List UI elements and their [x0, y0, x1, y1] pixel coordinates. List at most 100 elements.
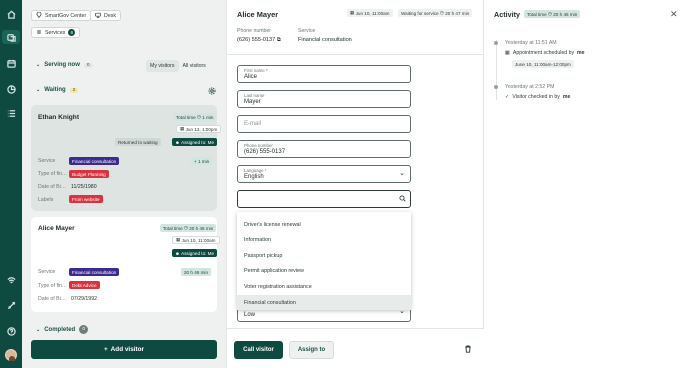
waiting-toggle[interactable]: ⌄ Waiting 2 — [36, 87, 79, 93]
event-time: Yesterday at 11:51 AM — [505, 40, 557, 46]
services-chip[interactable]: Services 6 — [31, 27, 81, 38]
search-icon — [399, 195, 406, 204]
trash-icon[interactable] — [464, 345, 472, 355]
call-visitor-button[interactable]: Call visitor — [234, 341, 283, 359]
service-label: Service — [38, 269, 56, 275]
dropdown-option[interactable]: Information — [237, 232, 411, 247]
nav-rail — [0, 0, 22, 368]
appointment-date-badge: ▦ Jun 10, 11:00am — [172, 236, 220, 244]
clock-icon: ◷ — [547, 11, 552, 16]
phone-field[interactable]: Phone number (626) 555-0137 — [237, 140, 411, 158]
location-chip[interactable]: SmartGov Center — [31, 10, 92, 21]
visitor-detail-panel: Alice Mayer ▦ Jun 10, 11:00am Waiting fo… — [226, 0, 485, 368]
dropdown-option[interactable]: Driver's license renewal — [237, 217, 411, 232]
divider — [227, 54, 485, 55]
language-select[interactable]: Language * English ⌄ — [237, 165, 411, 183]
list-icon[interactable] — [5, 107, 17, 119]
type-badge: Budget Planning — [69, 170, 109, 178]
help-icon[interactable] — [5, 325, 17, 337]
assign-to-button[interactable]: Assign to — [289, 341, 334, 359]
returned-badge: Returned to waiting — [115, 138, 161, 146]
email-field[interactable]: E-mail — [237, 115, 411, 133]
dropdown-option-highlighted[interactable]: Financial consultation — [237, 295, 411, 310]
completed-count: 0 — [79, 325, 89, 334]
visitor-name: Ethan Knight — [38, 114, 80, 121]
labels-label: Labels — [38, 197, 54, 203]
total-time-badge: Total time ◷ 20 h 46 min — [524, 10, 581, 18]
visitors-icon[interactable] — [2, 30, 20, 44]
last-name-field[interactable]: Last name Mayer — [237, 90, 411, 108]
location-pin-icon — [36, 11, 42, 20]
calendar-icon: ▦ — [505, 50, 510, 56]
event-text: ▦ Appointment scheduled by me — [505, 50, 585, 56]
service-badge: Financial consultation — [69, 157, 120, 165]
dropdown-option[interactable]: Passport pickup — [237, 248, 411, 263]
activity-panel: Activity Total time ◷ 20 h 46 min ✕ Yest… — [484, 0, 688, 368]
copy-icon[interactable]: ⧉ — [277, 37, 281, 43]
appointment-date-badge: ▦ Jun 13, 1:00pm — [176, 125, 222, 133]
phone-label: Phone number — [237, 28, 272, 34]
visitor-scope-toggle: My visitors All visitors — [146, 60, 210, 72]
total-time-badge: Total time ◷ 1 min — [173, 113, 217, 121]
assigned-badge: ☻ Assigned to: Me — [172, 138, 218, 146]
chevron-down-icon: ⌄ — [36, 87, 41, 93]
user-icon: ☻ — [175, 139, 180, 145]
calendar-icon: ▦ — [180, 126, 185, 131]
timeline-dot — [494, 41, 498, 45]
clock-icon: ◷ — [196, 114, 201, 119]
add-visitor-button[interactable]: + Add visitor — [31, 340, 217, 359]
total-time-badge: Total time ◷ 20 h 46 min — [160, 224, 217, 232]
chevron-down-icon: ⌄ — [36, 326, 41, 333]
service-value: Financial consultation — [298, 37, 352, 43]
service-search-input[interactable] — [237, 190, 411, 208]
serving-now-toggle[interactable]: ⌄ Serving now 0 — [36, 62, 93, 68]
tab-my-visitors[interactable]: My visitors — [146, 60, 179, 72]
waiting-count: 2 — [69, 87, 79, 93]
services-icon — [36, 29, 42, 37]
dob-label: Date of Bi… — [38, 184, 66, 190]
type-badge: Debt Advice — [69, 281, 100, 289]
calendar-icon: ▦ — [176, 237, 181, 242]
label-badge: From website — [69, 195, 103, 203]
analytics-icon[interactable] — [5, 83, 17, 95]
visitor-card-ethan[interactable]: Ethan Knight Total time ◷ 1 min ▦ Jun 13… — [31, 105, 222, 211]
timeline-dot — [494, 85, 498, 89]
calendar-icon[interactable] — [5, 57, 17, 69]
service-badge: Financial consultation — [69, 268, 120, 276]
type-label: Type of fin… — [38, 171, 68, 177]
desk-chip[interactable]: Desk — [90, 10, 122, 21]
user-icon: ☻ — [175, 250, 180, 256]
close-icon[interactable]: ✕ — [670, 9, 678, 20]
action-footer: Call visitor Assign to — [227, 328, 485, 368]
visitor-name: Alice Mayer — [38, 225, 75, 232]
event-text: ✓ Visitor checked in by me — [505, 94, 571, 100]
service-dropdown: Driver's license renewal Information Pas… — [237, 212, 411, 310]
check-in-icon: ✓ — [505, 94, 510, 100]
dropdown-option[interactable]: Permit application review — [237, 263, 411, 278]
chevron-down-icon: ⌄ — [399, 170, 405, 177]
timeline-line — [496, 40, 497, 100]
dropdown-option[interactable]: Voter registration assistance — [237, 279, 411, 294]
phone-value: (626) 555-0137 ⧉ — [237, 37, 281, 43]
desk-icon — [95, 12, 101, 20]
rocket-icon[interactable] — [5, 299, 17, 311]
completed-toggle[interactable]: ⌄ Completed 0 — [36, 325, 89, 334]
first-name-field[interactable]: First name * Alice — [237, 65, 411, 83]
serving-count: 0 — [83, 62, 93, 68]
service-label: Service — [38, 158, 56, 164]
queue-panel: SmartGov Center Desk Services 6 ⌄ Servin… — [22, 0, 226, 368]
dob-value: 11/25/1980 — [71, 184, 97, 190]
visitor-card-alice[interactable]: Alice Mayer Total time ◷ 20 h 46 min ▦ J… — [31, 217, 220, 312]
settings-gear-icon[interactable] — [208, 87, 216, 95]
event-time: Yesterday at 2:52 PM — [505, 84, 555, 90]
home-icon[interactable] — [5, 8, 17, 20]
appointment-range-chip: June 10, 11:00am-12:00pm — [512, 60, 574, 68]
service-time-badge: 20 h 46 min — [181, 268, 212, 276]
dob-label: Date of Bi… — [38, 296, 66, 302]
wifi-icon[interactable] — [5, 274, 17, 286]
waiting-status-chip: Waiting for service ◷ 20 h 47 min — [398, 9, 473, 17]
user-avatar[interactable] — [5, 349, 17, 361]
service-time-badge: + 1 min — [191, 157, 213, 165]
assigned-badge: ☻ Assigned to: Me — [172, 249, 218, 257]
tab-all-visitors[interactable]: All visitors — [179, 60, 210, 72]
